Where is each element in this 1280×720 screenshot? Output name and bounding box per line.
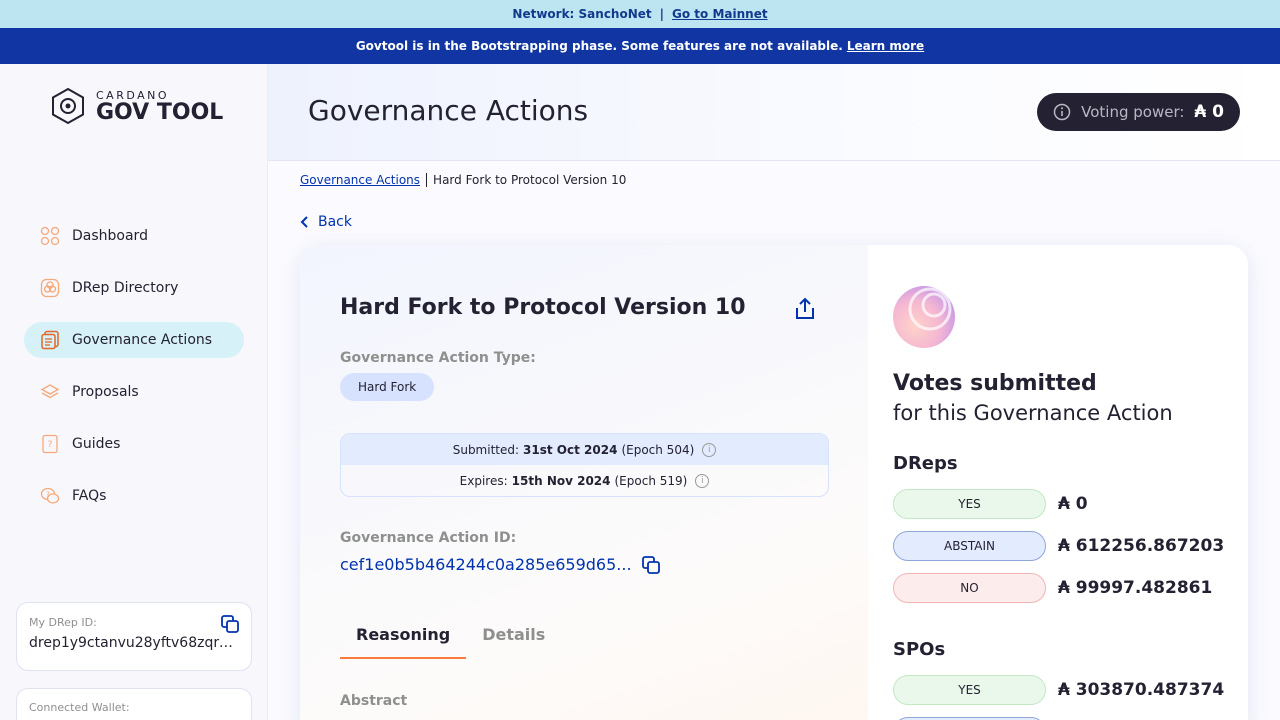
dreps-heading: DReps: [893, 453, 958, 474]
breadcrumb: Governance Actions Hard Fork to Protocol…: [300, 173, 626, 187]
breadcrumb-link[interactable]: Governance Actions: [300, 173, 420, 187]
connected-wallet-card: Connected Wallet:: [16, 688, 252, 720]
governance-action-card: Hard Fork to Protocol Version 10 Governa…: [300, 245, 1248, 720]
vote-amount: ₳ 612256.867203: [1058, 536, 1225, 556]
info-icon[interactable]: i: [695, 473, 710, 488]
submitted-epoch: (Epoch 504): [621, 442, 695, 457]
drep-directory-icon: [40, 278, 60, 298]
go-to-mainnet-link[interactable]: Go to Mainnet: [672, 7, 768, 21]
vote-amount: ₳ 303870.487374: [1058, 680, 1225, 700]
svg-text:?: ?: [46, 491, 50, 499]
sidebar-item-label: FAQs: [72, 488, 107, 504]
votes-subtitle: for this Governance Action: [893, 401, 1173, 425]
dashboard-icon: [40, 226, 60, 246]
vote-pill-yes: YES: [893, 489, 1046, 519]
guides-icon: ?: [40, 434, 60, 454]
my-drep-id-value: drep1y9ctanvu28yftv68zqrnyx: [29, 635, 237, 651]
action-type-chip: Hard Fork: [340, 373, 435, 401]
expires-epoch: (Epoch 519): [614, 473, 688, 488]
sidebar-item-label: DRep Directory: [72, 280, 179, 296]
sidebar-item-label: Guides: [72, 436, 121, 452]
drep-vote-abstain: ABSTAIN ₳ 612256.867203: [893, 531, 1224, 561]
logo-text-govtool: GOV TOOL: [96, 99, 224, 125]
sidebar-item-governance-actions[interactable]: Governance Actions: [24, 322, 244, 358]
vote-amount: ₳ 99997.482861: [1058, 578, 1213, 598]
voting-power-badge[interactable]: Voting power: ₳ 0: [1037, 93, 1240, 131]
voting-power-label: Voting power:: [1081, 103, 1185, 121]
tab-details[interactable]: Details: [466, 615, 561, 659]
action-dates: Submitted: 31st Oct 2024 (Epoch 504) i E…: [340, 433, 829, 497]
sidebar-item-drep-directory[interactable]: DRep Directory: [24, 270, 244, 306]
connected-wallet-label: Connected Wallet:: [29, 701, 130, 714]
action-id: cef1e0b5b464244c0a285e659d65...: [340, 555, 660, 574]
vote-pill-abstain: ABSTAIN: [893, 531, 1046, 561]
drep-vote-yes: YES ₳ 0: [893, 489, 1088, 519]
copy-icon[interactable]: [641, 555, 660, 574]
svg-text:?: ?: [48, 440, 53, 450]
back-label: Back: [318, 214, 352, 230]
vote-amount: ₳ 0: [1058, 494, 1088, 514]
page-title: Governance Actions: [308, 94, 589, 127]
copy-icon[interactable]: [221, 615, 239, 633]
action-title: Hard Fork to Protocol Version 10: [340, 295, 746, 320]
expires-date: 15th Nov 2024: [511, 473, 611, 488]
info-icon[interactable]: i: [702, 442, 717, 457]
chevron-left-icon: [300, 216, 308, 228]
share-icon[interactable]: [794, 297, 816, 321]
network-separator: |: [659, 7, 665, 21]
spo-vote-yes: YES ₳ 303870.487374: [893, 675, 1224, 705]
vote-pill-yes: YES: [893, 675, 1046, 705]
info-icon: [1053, 103, 1071, 121]
my-drep-id-card: My DRep ID: drep1y9ctanvu28yftv68zqrnyx: [16, 602, 252, 671]
tab-reasoning[interactable]: Reasoning: [340, 615, 467, 659]
abstract-heading: Abstract: [340, 693, 408, 709]
sidebar-item-guides[interactable]: ? Guides: [24, 426, 244, 462]
submitted-label: Submitted:: [452, 442, 520, 457]
voting-power-value: ₳ 0: [1194, 102, 1224, 122]
network-label: Network: SanchoNet: [512, 7, 652, 21]
govtool-logo[interactable]: CARDANO GOV TOOL: [48, 86, 223, 126]
faqs-icon: ?: [40, 486, 60, 506]
action-id-value[interactable]: cef1e0b5b464244c0a285e659d65...: [340, 555, 632, 574]
proposals-icon: [40, 382, 60, 402]
action-tabs: Reasoning Details: [340, 615, 561, 659]
phase-text: Govtool is in the Bootstrapping phase. S…: [355, 39, 843, 53]
drep-vote-no: NO ₳ 99997.482861: [893, 573, 1212, 603]
sidebar: CARDANO GOV TOOL Dashboard DRep Director…: [0, 64, 268, 720]
sidebar-item-dashboard[interactable]: Dashboard: [24, 218, 244, 254]
votes-illustration-icon: [893, 286, 955, 348]
submitted-date: 31st Oct 2024: [523, 442, 618, 457]
sidebar-item-proposals[interactable]: Proposals: [24, 374, 244, 410]
action-type-label: Governance Action Type:: [340, 350, 536, 366]
network-banner: Network: SanchoNet | Go to Mainnet: [0, 0, 1280, 28]
expires-row: Expires: 15th Nov 2024 (Epoch 519) i: [341, 465, 828, 496]
learn-more-link[interactable]: Learn more: [847, 39, 924, 53]
sidebar-item-label: Governance Actions: [72, 332, 213, 348]
page-header: Governance Actions Voting power: ₳ 0: [268, 64, 1280, 161]
votes-title: Votes submitted: [893, 371, 1097, 396]
sidebar-item-label: Proposals: [72, 384, 139, 400]
vote-pill-no: NO: [893, 573, 1046, 603]
my-drep-id-label: My DRep ID:: [29, 616, 97, 629]
back-button[interactable]: Back: [300, 214, 352, 230]
breadcrumb-current: Hard Fork to Protocol Version 10: [433, 173, 627, 187]
sidebar-item-faqs[interactable]: ? FAQs: [24, 478, 244, 514]
phase-banner: Govtool is in the Bootstrapping phase. S…: [0, 28, 1280, 64]
spos-heading: SPOs: [893, 639, 946, 660]
submitted-row: Submitted: 31st Oct 2024 (Epoch 504) i: [341, 434, 828, 465]
breadcrumb-separator: [426, 173, 428, 187]
expires-label: Expires:: [459, 473, 508, 488]
governance-actions-icon: [40, 330, 60, 350]
govtool-logo-icon: [52, 87, 84, 125]
sidebar-item-label: Dashboard: [72, 228, 148, 244]
votes-pane: Votes submitted for this Governance Acti…: [868, 245, 1248, 720]
sidebar-nav: Dashboard DRep Directory Governance Acti…: [24, 218, 244, 530]
action-id-label: Governance Action ID:: [340, 530, 517, 546]
action-details-pane: Hard Fork to Protocol Version 10 Governa…: [300, 245, 868, 720]
